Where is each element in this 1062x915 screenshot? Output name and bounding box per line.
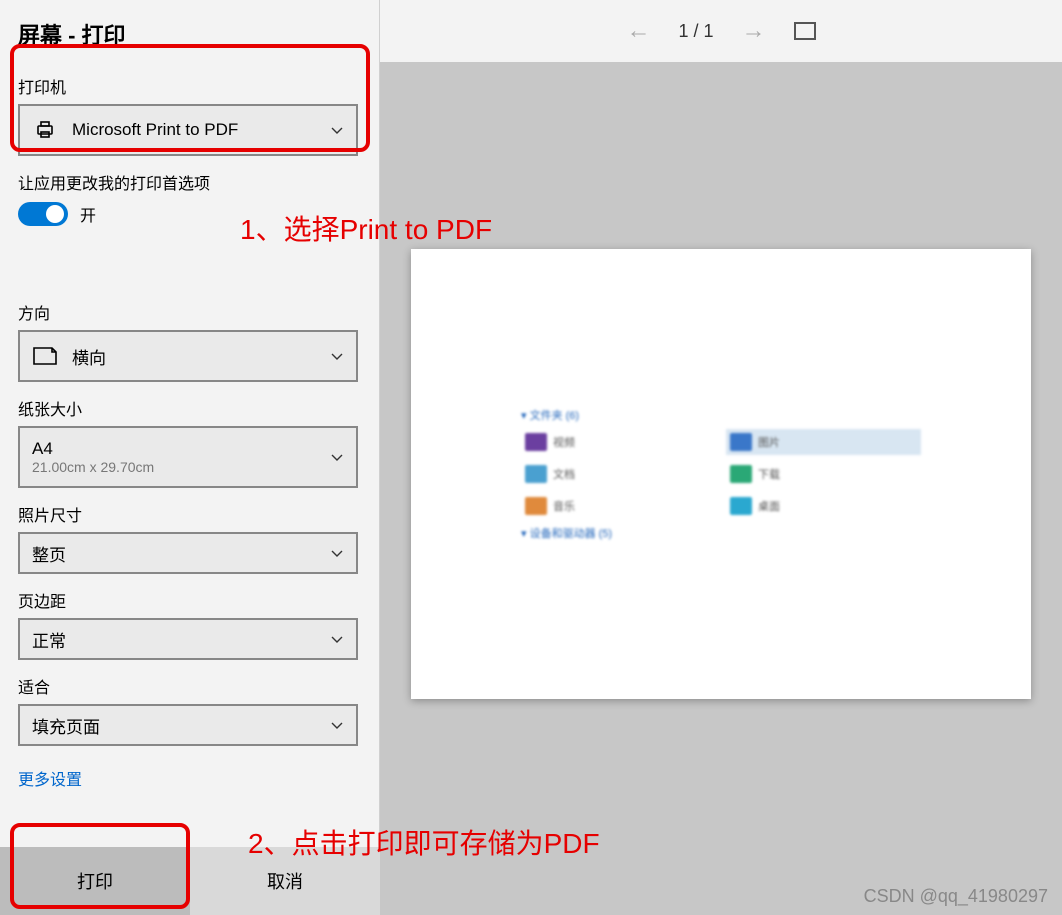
preview-content: ▾ 文件夹 (6) 视频 图片 文档 下载 音乐 桌面 ▾ 设备和驱动器 (5) <box>521 401 921 547</box>
paper-select[interactable]: A4 21.00cm x 29.70cm <box>18 426 358 488</box>
folder-item: 桌面 <box>726 493 921 519</box>
printer-select[interactable]: Microsoft Print to PDF <box>18 104 358 156</box>
print-button[interactable]: 打印 <box>0 847 190 915</box>
prev-page-icon[interactable]: ← <box>626 17 650 45</box>
fit-select[interactable]: 填充页面 <box>18 704 358 746</box>
folder-item: 音乐 <box>521 493 716 519</box>
photo-size-value: 整页 <box>32 541 330 566</box>
cancel-button[interactable]: 取消 <box>190 847 380 915</box>
settings-panel: 打印机 Microsoft Print to PDF 让应用更改我的打印首选项 … <box>0 0 380 915</box>
orientation-label: 方向 <box>18 300 361 324</box>
fit-label: 适合 <box>18 674 361 698</box>
folder-icon <box>525 497 547 515</box>
preview-stage: ▾ 文件夹 (6) 视频 图片 文档 下载 音乐 桌面 ▾ 设备和驱动器 (5) <box>380 62 1062 915</box>
folder-item: 文档 <box>521 461 716 487</box>
next-page-icon[interactable]: → <box>742 17 766 45</box>
margin-label: 页边距 <box>18 588 361 612</box>
photo-size-label: 照片尺寸 <box>18 502 361 526</box>
orientation-select[interactable]: 横向 <box>18 330 358 382</box>
orientation-value: 横向 <box>72 344 330 369</box>
toggle-value: 开 <box>80 202 96 226</box>
chevron-down-icon <box>330 718 344 732</box>
preview-toolbar: ← 1 / 1 → <box>380 0 1062 62</box>
folder-item: 图片 <box>726 429 921 455</box>
margin-select[interactable]: 正常 <box>18 618 358 660</box>
dialog-footer: 打印 取消 <box>0 847 380 915</box>
allow-change-toggle[interactable] <box>18 202 68 226</box>
allow-change-row: 开 <box>18 202 361 226</box>
print-dialog: 屏幕 - 打印 × 打印机 Microsoft Print to PDF 让应用… <box>0 0 1062 915</box>
folder-icon <box>525 433 547 451</box>
folder-item: 下载 <box>726 461 921 487</box>
folder-item: 视频 <box>521 429 716 455</box>
devices-header: ▾ 设备和驱动器 (5) <box>521 525 921 541</box>
chevron-down-icon <box>330 546 344 560</box>
photo-size-select[interactable]: 整页 <box>18 532 358 574</box>
chevron-down-icon <box>330 349 344 363</box>
paper-sub: 21.00cm x 29.70cm <box>32 459 330 475</box>
preview-page: ▾ 文件夹 (6) 视频 图片 文档 下载 音乐 桌面 ▾ 设备和驱动器 (5) <box>411 249 1031 699</box>
allow-change-label: 让应用更改我的打印首选项 <box>18 170 361 194</box>
preview-panel: ← 1 / 1 → ▾ 文件夹 (6) 视频 图片 文档 下载 音乐 桌面 ▾ <box>380 0 1062 915</box>
folders-header: ▾ 文件夹 (6) <box>521 407 921 423</box>
folder-icon <box>730 465 752 483</box>
printer-value: Microsoft Print to PDF <box>72 120 330 140</box>
watermark: CSDN @qq_41980297 <box>864 886 1048 907</box>
folder-icon <box>730 497 752 515</box>
more-settings-link[interactable]: 更多设置 <box>18 766 82 790</box>
paper-value: A4 <box>32 439 330 459</box>
printer-icon <box>32 117 58 143</box>
chevron-down-icon <box>330 632 344 646</box>
fit-value: 填充页面 <box>32 713 330 738</box>
chevron-down-icon <box>330 123 344 137</box>
page-indicator: 1 / 1 <box>678 21 713 42</box>
printer-label: 打印机 <box>18 74 361 98</box>
folder-icon <box>525 465 547 483</box>
margin-value: 正常 <box>32 627 330 652</box>
chevron-down-icon <box>330 450 344 464</box>
folder-icon <box>730 433 752 451</box>
fit-page-icon[interactable] <box>794 22 816 40</box>
paper-label: 纸张大小 <box>18 396 361 420</box>
landscape-icon <box>32 343 58 369</box>
